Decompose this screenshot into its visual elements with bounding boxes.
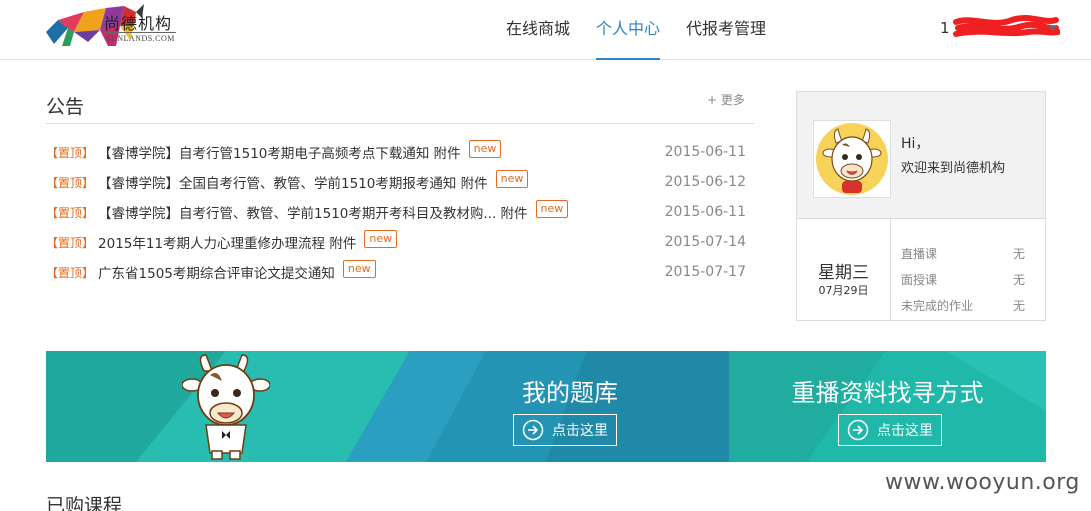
notice-text[interactable]: 广东省1505考期综合评审论文提交通知 bbox=[98, 262, 335, 282]
pinned-tag: 【置顶】 bbox=[46, 265, 95, 280]
pinned-tag: 【置顶】 bbox=[46, 145, 95, 160]
notice-title: 公告 bbox=[46, 96, 85, 118]
notice-item[interactable]: 【置顶】 【睿博学院】自考行管1510考期电子高频考点下载通知 附件 new 2… bbox=[46, 137, 754, 167]
notice-item[interactable]: 【置顶】 【睿博学院】全国自考行管、教管、学前1510考期报考通知 附件 new… bbox=[46, 167, 754, 197]
new-badge: new bbox=[364, 230, 398, 248]
main-nav: 在线商城 个人中心 代报考管理 bbox=[506, 0, 792, 60]
notice-date: 2015-06-12 bbox=[664, 174, 746, 190]
stat-value: 无 bbox=[1012, 273, 1025, 287]
notice-divider bbox=[46, 123, 754, 124]
notice-text[interactable]: 【睿博学院】自考行管、教管、学前1510考期开考科目及教材购... 附件 bbox=[98, 202, 528, 222]
logo-subtitle: SUNLANDS.COM bbox=[106, 32, 176, 43]
question-bank-title: 我的题库 bbox=[522, 379, 618, 407]
cow-avatar-icon bbox=[816, 123, 888, 195]
current-date: 07月29日 bbox=[818, 284, 869, 297]
notice-text[interactable]: 【睿博学院】自考行管1510考期电子高频考点下载通知 附件 bbox=[98, 142, 461, 162]
stat-live-class[interactable]: 直播课 无 bbox=[901, 245, 1025, 262]
new-badge: new bbox=[468, 140, 502, 158]
avatar[interactable] bbox=[813, 120, 891, 198]
question-bank-button[interactable]: 点击这里 bbox=[513, 414, 617, 446]
stat-value: 无 bbox=[1012, 247, 1025, 261]
replay-title: 重播资料找寻方式 bbox=[791, 379, 984, 407]
welcome-message: 欢迎来到尚德机构 bbox=[901, 161, 1006, 176]
profile-card-header: Hi， 欢迎来到尚德机构 bbox=[797, 92, 1045, 219]
replay-button-label: 点击这里 bbox=[877, 423, 933, 439]
stat-value: 无 bbox=[1012, 299, 1025, 313]
notice-date: 2015-07-14 bbox=[664, 234, 746, 250]
pinned-tag: 【置顶】 bbox=[46, 175, 95, 190]
notice-date: 2015-06-11 bbox=[664, 144, 746, 160]
cow-mascot-icon bbox=[182, 354, 270, 460]
user-dropdown-caret-icon[interactable] bbox=[1049, 26, 1057, 31]
pinned-tag: 【置顶】 bbox=[46, 205, 95, 220]
nav-personal-center[interactable]: 个人中心 bbox=[596, 0, 661, 60]
notice-item[interactable]: 【置顶】 广东省1505考期综合评审论文提交通知 new 2015-07-17 bbox=[46, 257, 754, 287]
new-badge: new bbox=[495, 170, 529, 188]
nav-exam-registration[interactable]: 代报考管理 bbox=[686, 0, 766, 60]
user-name[interactable]: 1 bbox=[940, 19, 950, 37]
notice-text[interactable]: 【睿博学院】全国自考行管、教管、学前1510考期报考通知 附件 bbox=[98, 172, 488, 192]
stat-label: 直播课 bbox=[901, 247, 938, 261]
notice-list: 【置顶】 【睿博学院】自考行管1510考期电子高频考点下载通知 附件 new 2… bbox=[46, 137, 754, 287]
question-bank-button-label: 点击这里 bbox=[552, 423, 608, 439]
notice-item[interactable]: 【置顶】 2015年11考期人力心理重修办理流程 附件 new 2015-07-… bbox=[46, 227, 754, 257]
notice-date: 2015-06-11 bbox=[664, 204, 746, 220]
arrow-right-circle-icon bbox=[522, 419, 544, 441]
nav-online-mall[interactable]: 在线商城 bbox=[506, 0, 570, 60]
greeting: Hi， bbox=[901, 136, 930, 152]
arrow-right-circle-icon bbox=[847, 419, 869, 441]
notice-text[interactable]: 2015年11考期人力心理重修办理流程 附件 bbox=[98, 232, 356, 252]
notice-date: 2015-07-17 bbox=[664, 264, 746, 280]
notice-item[interactable]: 【置顶】 【睿博学院】自考行管、教管、学前1510考期开考科目及教材购... 附… bbox=[46, 197, 754, 227]
logo-title: 尚德机构 bbox=[104, 14, 173, 33]
card-divider bbox=[890, 219, 891, 320]
stat-pending-homework[interactable]: 未完成的作业 无 bbox=[901, 297, 1025, 314]
stat-face-class[interactable]: 面授课 无 bbox=[901, 271, 1025, 288]
weekday: 星期三 bbox=[818, 263, 869, 283]
purchased-courses-title: 已购课程 bbox=[46, 495, 123, 511]
redaction-scribble bbox=[953, 15, 1060, 37]
profile-card: Hi， 欢迎来到尚德机构 星期三 07月29日 直播课 无 面授课 无 未完成的… bbox=[796, 91, 1046, 321]
stat-label: 面授课 bbox=[901, 273, 938, 287]
replay-button[interactable]: 点击这里 bbox=[838, 414, 942, 446]
pinned-tag: 【置顶】 bbox=[46, 235, 95, 250]
more-notices-link[interactable]: + 更多 bbox=[707, 91, 745, 108]
new-badge: new bbox=[342, 260, 376, 278]
watermark: www.wooyun.org bbox=[885, 470, 1080, 495]
new-badge: new bbox=[535, 200, 569, 218]
stat-label: 未完成的作业 bbox=[901, 299, 974, 313]
header: 尚德机构 SUNLANDS.COM 在线商城 个人中心 代报考管理 1 bbox=[0, 0, 1091, 60]
promo-banner: 我的题库 点击这里 重播资料找寻方式 点击这里 bbox=[46, 351, 1046, 462]
